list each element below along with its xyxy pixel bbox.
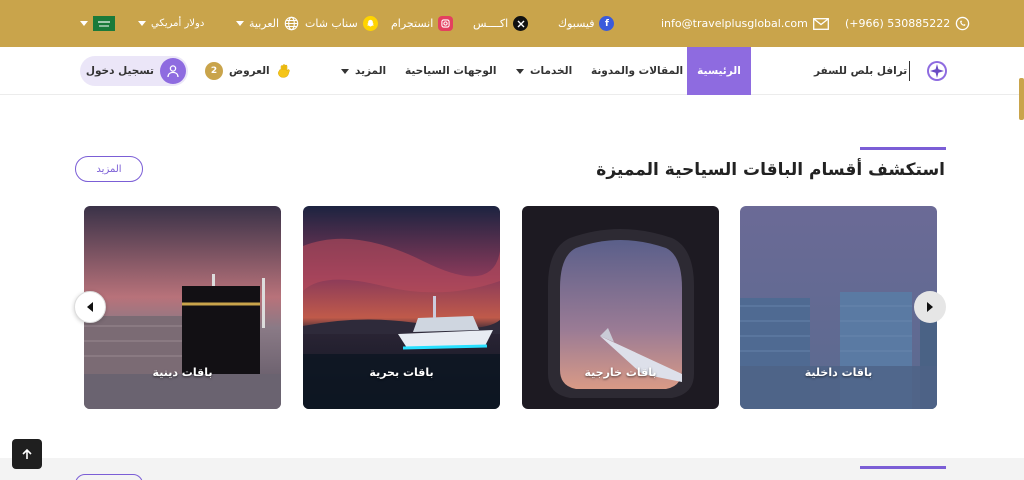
instagram-link[interactable]: انستجرام [391,0,454,47]
carousel-next-button[interactable] [914,291,946,323]
package-card-international[interactable]: باقات خارجية [522,206,719,409]
next-section-band [0,458,1024,480]
card-label: باقات خارجية [584,366,657,379]
x-link[interactable]: اكــــس [473,0,529,47]
globe-icon [284,16,299,31]
arrow-up-icon [22,448,32,459]
chevron-down-icon [341,68,349,74]
chevron-left-icon [87,302,93,312]
chevron-down-icon [516,68,524,74]
next-section-more-button[interactable] [75,474,143,480]
scroll-to-top-button[interactable] [12,439,42,469]
facebook-icon: f [599,16,615,31]
instagram-icon [438,16,454,31]
card-label: باقات دينية [152,366,213,379]
x-label: اكــــس [473,17,509,30]
mail-icon [812,17,829,30]
snapchat-label: سناب شات [305,17,358,30]
facebook-label: فيسبوك [558,17,595,30]
carousel-prev-button[interactable] [74,291,106,323]
logo-icon [927,61,947,81]
package-card-domestic[interactable]: باقات داخلية [740,206,937,409]
language-selector[interactable]: العربية [236,0,299,47]
login-button[interactable]: تسجيل دخول [80,56,188,86]
email-contact[interactable]: info@travelplusglobal.com [661,0,829,47]
next-section-accent-line [860,466,946,469]
site-logo[interactable] [926,47,948,95]
snapchat-icon [362,16,378,31]
top-bar: (+966) 530885222 info@travelplusglobal.c… [0,0,1024,47]
chevron-down-icon [138,21,146,26]
email-address: info@travelplusglobal.com [661,17,808,30]
package-card-religious[interactable]: باقات دينية [84,206,281,409]
country-selector[interactable] [80,0,115,47]
offers-link[interactable]: 2 العروض [205,47,292,95]
whatsapp-icon [955,16,970,31]
chevron-down-icon [236,21,244,26]
offers-label: العروض [229,65,270,77]
saudi-flag-icon [93,16,115,31]
brand-divider [909,61,910,81]
nav-destinations[interactable]: الوجهات السياحية [405,47,496,95]
snapchat-link[interactable]: سناب شات [305,0,378,47]
phone-contact[interactable]: (+966) 530885222 [845,0,970,47]
currency-selector[interactable]: دولار أمريكي [138,0,204,47]
phone-number: (+966) 530885222 [845,17,951,30]
scrollbar-thumb[interactable] [1019,78,1024,120]
nav-more-label: المزيد [355,65,387,77]
section-title: استكشف أقسام الباقات السياحية المميزة [596,160,945,180]
chevron-right-icon [927,302,933,312]
nav-services[interactable]: الخدمات [516,47,572,95]
more-button[interactable]: المزيد [75,156,143,182]
main-header: ترافل بلص للسفر الرئيسية المقالات والمدو… [0,47,1024,95]
hand-wave-icon [277,64,290,78]
nav-services-label: الخدمات [530,65,573,77]
nav-more[interactable]: المزيد [341,47,386,95]
instagram-label: انستجرام [391,17,434,30]
nav-home[interactable]: الرئيسية [687,47,751,95]
card-label: باقات بحرية [369,366,434,379]
login-label: تسجيل دخول [85,65,154,77]
card-label: باقات داخلية [804,366,873,379]
chevron-down-icon [80,21,88,26]
user-icon [160,58,186,84]
facebook-link[interactable]: فيسبوك f [558,0,615,47]
language-label: العربية [249,17,280,30]
currency-label: دولار أمريكي [151,18,205,29]
package-card-sea[interactable]: باقات بحرية [303,206,500,409]
section-accent-line [860,147,946,150]
brand-name[interactable]: ترافل بلص للسفر [814,47,907,95]
x-icon [513,16,529,31]
offers-count-badge: 2 [205,62,223,80]
nav-articles[interactable]: المقالات والمدونة [591,47,683,95]
